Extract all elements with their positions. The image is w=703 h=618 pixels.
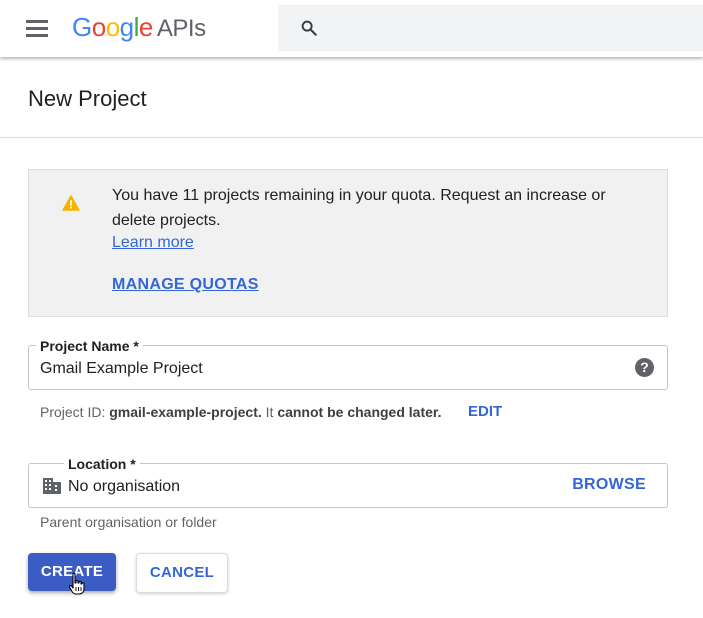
logo-letter: g: [119, 12, 134, 42]
cancel-button[interactable]: CANCEL: [136, 553, 228, 593]
google-wordmark: Google: [72, 12, 153, 42]
organisation-building-icon: [43, 478, 61, 494]
browse-button[interactable]: BROWSE: [572, 476, 646, 494]
project-name-input[interactable]: Gmail Example Project: [40, 360, 203, 378]
hamburger-menu-icon[interactable]: [22, 14, 54, 42]
quota-warning-box: You have 11 projects remaining in your q…: [28, 169, 668, 317]
search-bar[interactable]: [278, 5, 703, 51]
project-id-row: Project ID: gmail-example-project. It ca…: [40, 404, 441, 420]
page-title: New Project: [28, 86, 147, 111]
location-field[interactable]: Location * No organisation BROWSE: [28, 456, 668, 508]
help-icon[interactable]: ?: [635, 358, 654, 377]
quota-warning-message: You have 11 projects remaining in your q…: [112, 187, 606, 229]
search-icon[interactable]: [300, 19, 318, 37]
location-helper-text: Parent organisation or folder: [40, 514, 217, 530]
project-id-suffix: It: [261, 404, 278, 420]
location-label: Location *: [64, 456, 140, 472]
logo-letter: G: [72, 12, 92, 42]
logo-letter: o: [105, 12, 120, 42]
project-id-prefix: Project ID:: [40, 404, 110, 420]
logo-letter: e: [138, 12, 153, 42]
project-name-field[interactable]: Project Name * Gmail Example Project ?: [28, 338, 668, 390]
top-app-bar: Google APIs: [0, 0, 703, 57]
project-id-value: gmail-example-project.: [109, 404, 262, 420]
project-name-label: Project Name *: [36, 338, 143, 354]
location-value: No organisation: [68, 478, 181, 495]
manage-quotas-link[interactable]: MANAGE QUOTAS: [112, 276, 259, 294]
title-divider: [0, 137, 703, 138]
google-apis-logo[interactable]: Google APIs: [72, 10, 206, 46]
project-id-note: cannot be changed later.: [277, 404, 442, 420]
learn-more-link[interactable]: Learn more: [112, 234, 194, 252]
edit-project-id-button[interactable]: EDIT: [468, 403, 502, 420]
logo-letter: o: [91, 12, 106, 42]
hand-pointer-cursor-icon: [68, 572, 85, 595]
warning-icon: [62, 195, 80, 211]
apis-wordmark: APIs: [156, 15, 206, 42]
